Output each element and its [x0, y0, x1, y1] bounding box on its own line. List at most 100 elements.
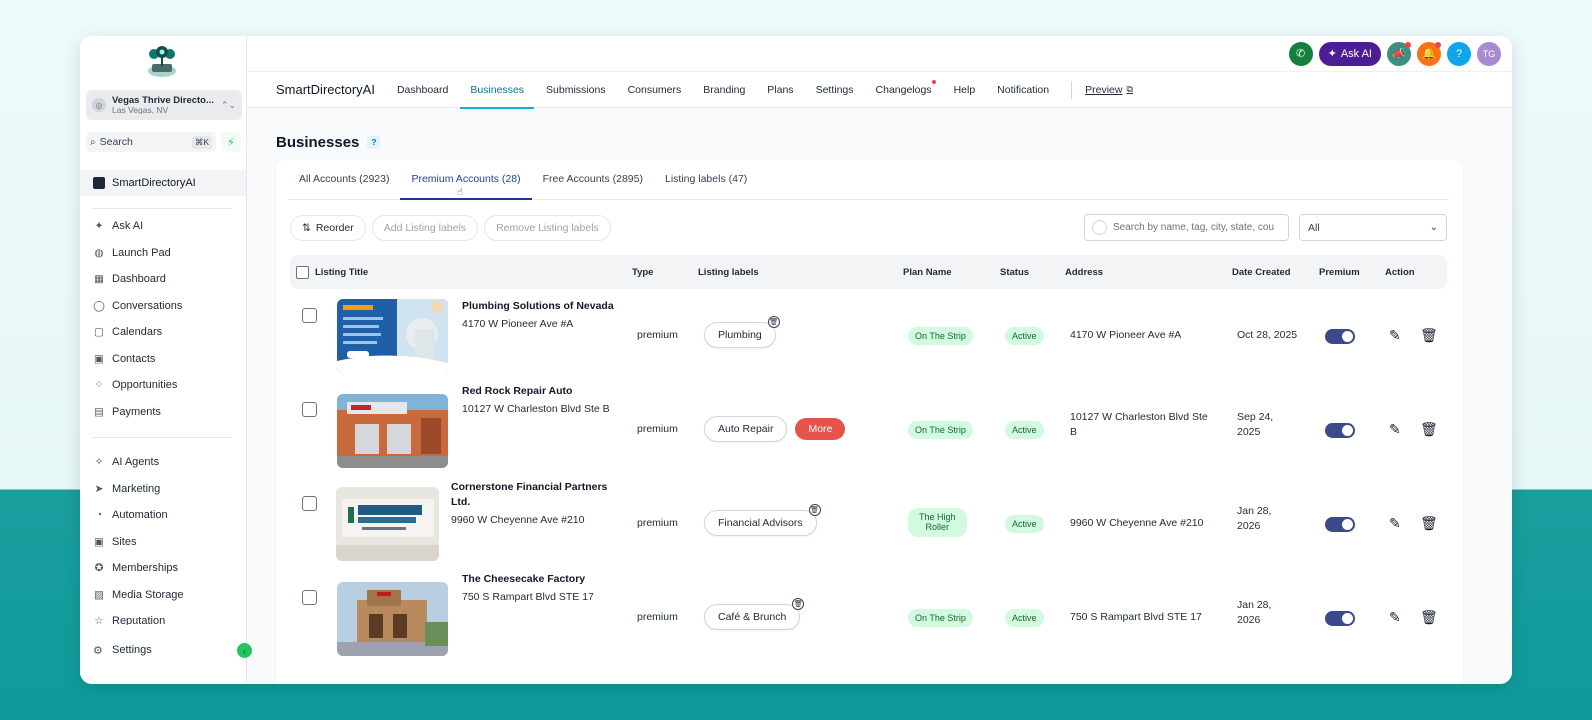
more-labels-button[interactable]: More	[795, 418, 846, 440]
search-icon	[1092, 220, 1107, 235]
remove-listing-labels-button[interactable]: Remove Listing labels	[484, 215, 611, 241]
edit-icon[interactable]: ✎	[1389, 421, 1401, 438]
trash-icon[interactable]: 🗑	[792, 598, 805, 610]
sidebar-item-marketing[interactable]: ➤ Marketing	[80, 476, 246, 503]
location-sub: Las Vegas, NV	[112, 104, 169, 115]
tab-dashboard[interactable]: Dashboard	[397, 72, 448, 108]
grid-icon: ▦	[94, 273, 104, 286]
sidebar-item-opportunities[interactable]: ⁘ Opportunities	[80, 372, 246, 399]
tab-help[interactable]: Help	[954, 72, 976, 108]
sidebar-item-dashboard[interactable]: ▦ Dashboard	[80, 266, 246, 293]
select-all-checkbox[interactable]	[296, 255, 309, 289]
trash-icon[interactable]: 🗑	[808, 504, 821, 516]
sidebar-item-launch-pad[interactable]: ◍ Launch Pad	[80, 240, 246, 267]
quick-action-bolt-icon[interactable]: ⚡	[221, 132, 241, 152]
listing-title: Cornerstone Financial Partners	[451, 481, 608, 493]
sparkle-icon: ✦	[1327, 48, 1337, 60]
rocket-icon: ◍	[94, 246, 104, 259]
table-row: Red Rock Repair Auto 10127 W Charleston …	[290, 383, 1447, 477]
listing-label-chip[interactable]: Café & Brunch 🗑	[704, 598, 805, 630]
tab-listing-labels[interactable]: Listing labels (47)	[654, 159, 758, 199]
sidebar-item-automation[interactable]: ◔ Automation	[80, 502, 246, 529]
tab-branding[interactable]: Branding	[703, 72, 745, 108]
tab-notification[interactable]: Notification	[997, 72, 1049, 108]
listing-title: Red Rock Repair Auto	[462, 385, 573, 397]
tab-free-accounts[interactable]: Free Accounts (2895)	[532, 159, 654, 199]
edit-icon[interactable]: ✎	[1389, 609, 1401, 626]
help-button[interactable]: ?	[1447, 41, 1471, 66]
edit-icon[interactable]: ✎	[1389, 515, 1401, 532]
sidebar-item-payments[interactable]: ▤ Payments	[80, 399, 246, 426]
premium-toggle[interactable]	[1325, 611, 1355, 626]
col-premium: Premium	[1319, 266, 1360, 278]
listing-title-cell[interactable]: Cornerstone Financial Partners Ltd. 9960…	[451, 480, 607, 529]
listing-title-cell[interactable]: The Cheesecake Factory 750 S Rampart Blv…	[462, 572, 594, 605]
sidebar-item-smartdirectoryai[interactable]: SmartDirectoryAI	[80, 170, 246, 196]
row-checkbox[interactable]	[302, 308, 317, 323]
trash-icon[interactable]: 🗑	[1420, 421, 1438, 438]
sidebar-item-label: AI Agents	[112, 456, 160, 469]
edit-icon[interactable]: ✎	[1389, 327, 1401, 344]
tab-submissions[interactable]: Submissions	[546, 72, 606, 108]
chevron-down-icon: ⌄	[1429, 222, 1438, 233]
listing-label-chip[interactable]: Auto Repair	[704, 416, 788, 442]
sidebar-item-conversations[interactable]: ◯ Conversations	[80, 293, 246, 320]
trash-icon[interactable]: 🗑	[767, 316, 780, 328]
sidebar-item-sites[interactable]: ▣ Sites	[80, 529, 246, 556]
premium-toggle[interactable]	[1325, 517, 1355, 532]
contacts-icon: ▣	[94, 352, 104, 365]
sidebar-item-memberships[interactable]: ✪ Memberships	[80, 555, 246, 582]
add-listing-labels-button[interactable]: Add Listing labels	[371, 215, 479, 241]
tab-all-accounts[interactable]: All Accounts (2923)	[288, 159, 400, 199]
sidebar-item-label: Reputation	[112, 615, 166, 625]
tab-changelogs[interactable]: Changelogs	[876, 72, 936, 108]
bell-icon[interactable]: 🔔	[1417, 41, 1441, 66]
sidebar-divider	[92, 437, 232, 438]
filter-select[interactable]: All ⌄	[1299, 214, 1447, 241]
collapse-sidebar-icon[interactable]: ‹	[237, 643, 252, 658]
listing-title-cell[interactable]: Plumbing Solutions of Nevada 4170 W Pion…	[462, 299, 614, 332]
listing-label-chip[interactable]: Financial Advisors 🗑	[704, 504, 821, 536]
calendar-icon: ▢	[94, 326, 104, 339]
sidebar-item-ask-ai[interactable]: ✦ Ask AI	[80, 213, 246, 240]
sidebar-item-label: Settings	[112, 644, 152, 656]
location-switcher[interactable]: ◎ Vegas Thrive Directo... Las Vegas, NV …	[86, 90, 242, 120]
help-badge-icon[interactable]: ?	[367, 136, 381, 149]
plan-name: On The Strip	[908, 609, 973, 628]
sidebar-item-ai-agents[interactable]: ✧ AI Agents	[80, 449, 246, 476]
premium-toggle[interactable]	[1325, 329, 1355, 344]
sidebar-item-settings[interactable]: ⚙ Settings	[80, 638, 246, 662]
megaphone-icon[interactable]: 📣	[1387, 41, 1411, 66]
row-checkbox[interactable]	[302, 402, 317, 417]
reorder-button[interactable]: ⇅ Reorder	[290, 215, 366, 241]
phone-icon[interactable]: ✆	[1288, 41, 1313, 66]
trash-icon[interactable]: 🗑	[1420, 327, 1438, 344]
trash-icon[interactable]: 🗑	[1420, 515, 1438, 532]
chat-icon: ◯	[93, 299, 105, 312]
listing-label-chip[interactable]: Plumbing 🗑	[704, 316, 780, 348]
premium-toggle[interactable]	[1325, 423, 1355, 438]
sidebar-item-contacts[interactable]: ▣ Contacts	[80, 346, 246, 373]
avatar[interactable]: TG	[1477, 41, 1501, 66]
row-checkbox[interactable]	[302, 590, 317, 605]
tab-premium-accounts[interactable]: Premium Accounts (28)	[400, 159, 532, 200]
sidebar-item-media-storage[interactable]: ▨ Media Storage	[80, 582, 246, 609]
search-shortcut: ⌘K	[191, 135, 212, 149]
tab-plans[interactable]: Plans	[767, 72, 793, 108]
row-checkbox[interactable]	[302, 496, 317, 511]
listing-thumbnail	[337, 394, 448, 468]
tab-settings[interactable]: Settings	[816, 72, 854, 108]
address-cell: 9960 W Cheyenne Ave #210	[1070, 517, 1204, 529]
preview-link[interactable]: Preview ⧉	[1085, 84, 1133, 96]
listing-search-input[interactable]: Search by name, tag, city, state, cou	[1084, 214, 1289, 241]
ask-ai-button[interactable]: ✦ Ask AI	[1318, 41, 1381, 66]
listing-title-cell[interactable]: Red Rock Repair Auto 10127 W Charleston …	[462, 384, 610, 417]
trash-icon[interactable]: 🗑	[1420, 609, 1438, 626]
tab-consumers[interactable]: Consumers	[628, 72, 682, 108]
listing-address-line: 750 S Rampart Blvd STE 17	[462, 591, 594, 604]
tab-businesses[interactable]: Businesses	[460, 72, 534, 109]
sidebar-item-calendars[interactable]: ▢ Calendars	[80, 319, 246, 346]
date-created: Oct 28, 2025	[1237, 329, 1298, 341]
sidebar-search[interactable]: ⌕ Search ⌘K	[86, 132, 216, 152]
sidebar-item-reputation[interactable]: ☆ Reputation	[80, 608, 246, 625]
